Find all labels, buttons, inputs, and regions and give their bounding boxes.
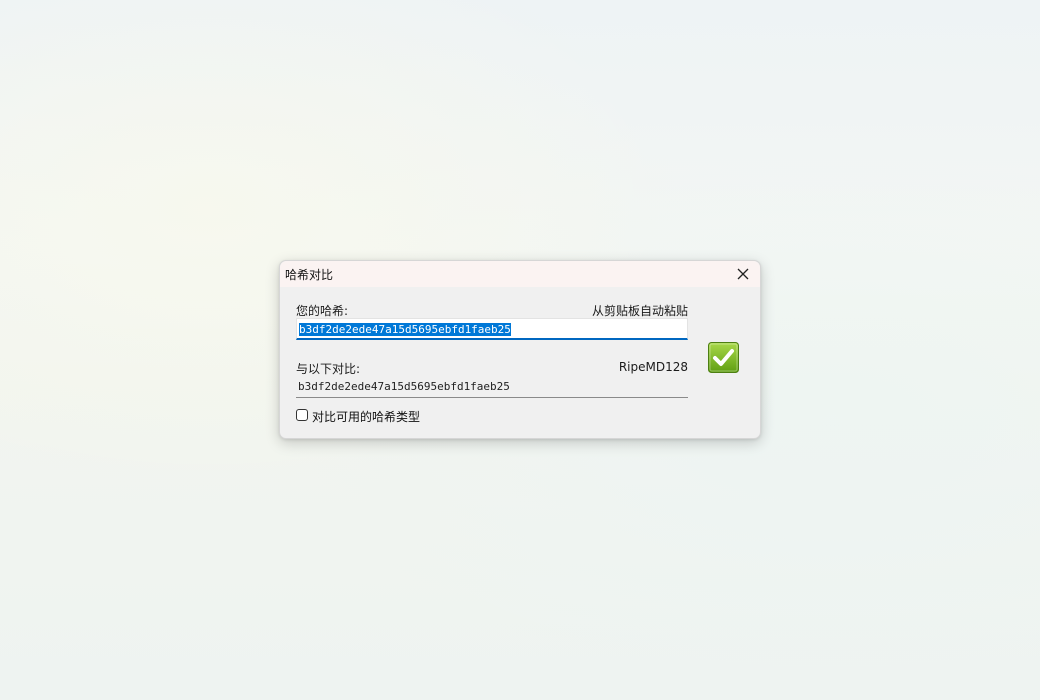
checkbox-label: 对比可用的哈希类型 — [312, 410, 421, 424]
hash-type-label: RipeMD128 — [618, 360, 688, 374]
checkbox-box[interactable] — [296, 409, 308, 421]
green-check-icon — [708, 342, 739, 373]
selected-hash-text: b3df2de2ede47a15d5695ebfd1faeb25 — [299, 323, 511, 336]
dialog-title: 哈希对比 — [285, 268, 334, 282]
dialog-titlebar[interactable]: 哈希对比 — [280, 261, 760, 287]
your-hash-label: 您的哈希: — [296, 304, 349, 318]
hash-compare-dialog: 哈希对比 您的哈希: 从剪贴板自动粘贴 b3df2de2ede47a15d569… — [279, 260, 761, 439]
your-hash-input[interactable]: b3df2de2ede47a15d5695ebfd1faeb25 — [296, 318, 688, 340]
close-icon — [737, 268, 749, 280]
close-button[interactable] — [732, 263, 754, 285]
compare-label: 与以下对比: — [296, 362, 361, 376]
paste-from-clipboard-link[interactable]: 从剪贴板自动粘贴 — [592, 302, 688, 319]
compare-hash-field[interactable]: b3df2de2ede47a15d5695ebfd1faeb25 — [296, 376, 688, 398]
